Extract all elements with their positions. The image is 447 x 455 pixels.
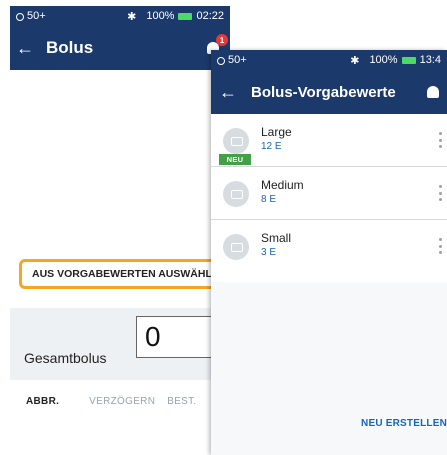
status-time: 13:4: [419, 54, 441, 66]
back-arrow-icon[interactable]: ←: [219, 82, 237, 103]
more-vert-icon[interactable]: [438, 132, 442, 148]
select-preset-button[interactable]: AUS VORGABEWERTEN AUSWÄHLEN: [19, 259, 229, 289]
back-arrow-icon[interactable]: ←: [16, 38, 34, 59]
status-bar: 50+ ✱ 100% 13:4: [211, 50, 447, 70]
more-vert-icon[interactable]: [438, 238, 442, 254]
status-bar: 50+ ✱ 100% 02:22: [10, 6, 230, 26]
confirm-button[interactable]: BEST.: [167, 396, 196, 407]
preset-item-medium[interactable]: Medium 8 E: [211, 167, 447, 220]
notification-count: 50+: [27, 10, 46, 22]
bolus-avatar-icon: [223, 234, 249, 260]
status-time: 02:22: [196, 10, 224, 22]
preset-value: 3 E: [261, 247, 277, 258]
bolus-screen: 50+ ✱ 100% 02:22 ← Bolus 1 Gesamtbolus 0…: [10, 6, 230, 416]
app-bar: ← Bolus 1: [10, 26, 230, 70]
preset-name: Medium: [261, 178, 304, 192]
cancel-button[interactable]: ABBR.: [26, 396, 59, 407]
notification-count: 50+: [228, 54, 247, 66]
battery-icon: [401, 56, 416, 64]
preset-item-small[interactable]: Small 3 E: [211, 220, 447, 273]
preset-value: 12 E: [261, 141, 282, 152]
total-bolus-panel: Gesamtbolus 0: [10, 308, 230, 380]
battery-icon: [178, 12, 193, 20]
delay-button[interactable]: VERZÖGERN: [89, 396, 155, 407]
action-bar: ABBR. VERZÖGERN BEST.: [10, 388, 230, 414]
more-vert-icon[interactable]: [438, 185, 442, 201]
bolus-avatar-icon: [223, 181, 249, 207]
create-new-button[interactable]: NEU ERSTELLEN: [361, 418, 447, 429]
total-bolus-label: Gesamtbolus: [24, 350, 107, 366]
page-title: Bolus: [46, 38, 94, 57]
battery-percent: 100%: [369, 54, 398, 66]
app-bar: ← Bolus-Vorgabewerte: [211, 70, 447, 114]
bluetooth-icon: ✱: [350, 54, 360, 67]
list-empty-area: [211, 282, 447, 455]
bluetooth-icon: ✱: [127, 10, 137, 23]
preset-item-large[interactable]: NEU Large 12 E: [211, 114, 447, 167]
preset-name: Large: [261, 125, 292, 139]
page-title: Bolus-Vorgabewerte: [251, 83, 396, 101]
new-badge: NEU: [219, 154, 251, 165]
notification-badge: 1: [216, 34, 228, 46]
notification-icon: [217, 57, 225, 65]
notification-icon: [16, 13, 24, 21]
notifications-button[interactable]: [425, 83, 441, 101]
preset-value: 8 E: [261, 194, 277, 205]
bolus-presets-screen: 50+ ✱ 100% 13:4 ← Bolus-Vorgabewerte NEU…: [211, 50, 447, 455]
bell-icon: [427, 86, 439, 98]
bolus-avatar-icon: [223, 128, 249, 154]
battery-percent: 100%: [146, 10, 175, 22]
preset-name: Small: [261, 231, 292, 245]
